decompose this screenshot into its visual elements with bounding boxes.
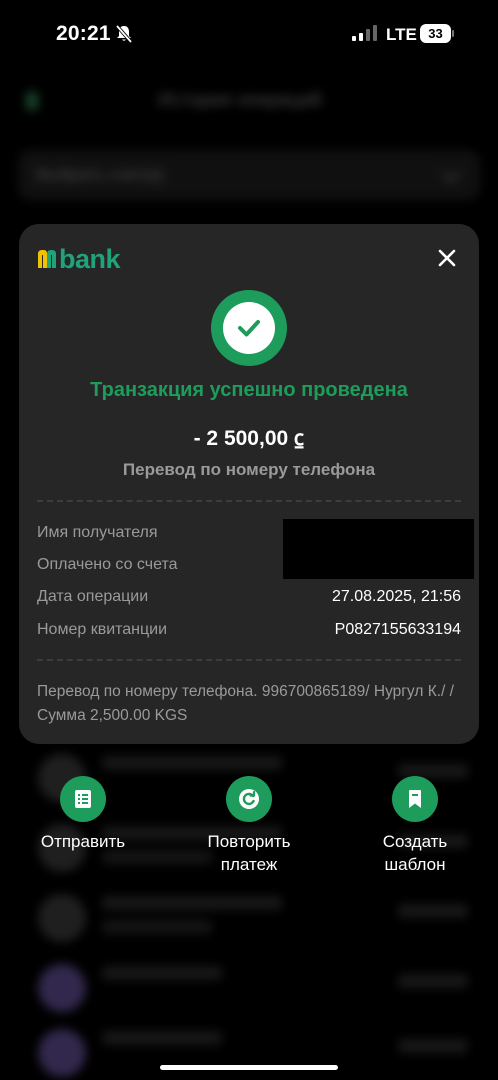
repeat-payment-label: Повторить платеж — [207, 832, 291, 874]
chevron-down-icon — [441, 163, 461, 183]
brand-name: bank — [59, 244, 121, 274]
receipt-number-value: P0827155633194 — [334, 621, 461, 638]
dashed-divider — [37, 500, 461, 502]
account-filter-label: Выбрать счет(а) — [36, 165, 164, 184]
battery-level: 33 — [420, 24, 451, 43]
status-bar: 20:21 LTE 33 — [0, 0, 498, 70]
bell-muted-icon — [115, 24, 133, 44]
mbank-logo: bank — [36, 244, 121, 274]
signal-icon — [352, 25, 377, 41]
close-icon — [438, 249, 456, 267]
paid-from-account-label: Оплачено со счета — [37, 556, 178, 573]
operation-date-label: Дата операции — [37, 588, 149, 605]
clock: 20:21 — [56, 22, 111, 45]
history-row — [30, 890, 480, 950]
operation-type: Перевод по номеру телефона — [122, 460, 376, 479]
send-label: Отправить — [40, 832, 126, 851]
dashed-divider — [37, 659, 461, 661]
receipt-icon — [60, 776, 106, 822]
network-type: LTE — [386, 25, 417, 44]
background-title: История операций — [158, 90, 322, 111]
redacted-block — [283, 519, 474, 579]
history-row — [30, 1025, 480, 1080]
receipt-card: bank Транзакция успешно проведена - 2 50… — [19, 224, 479, 744]
checkmark-icon — [238, 320, 260, 337]
recipient-name-label: Имя получателя — [37, 524, 158, 541]
mbank-logo-mark — [38, 250, 56, 268]
operation-date-value: 27.08.2025, 21:56 — [331, 588, 461, 605]
bookmark-icon — [392, 776, 438, 822]
success-icon — [211, 290, 287, 366]
home-indicator[interactable] — [160, 1065, 338, 1070]
account-filter: Выбрать счет(а) — [18, 150, 480, 200]
repeat-payment-button[interactable]: Повторить платеж — [184, 776, 314, 876]
create-template-button[interactable]: Создать шаблон — [350, 776, 480, 876]
history-row — [30, 960, 480, 1020]
close-button[interactable] — [433, 244, 461, 272]
repeat-icon — [226, 776, 272, 822]
send-button[interactable]: Отправить — [18, 776, 148, 853]
transfer-comment: Перевод по номеру телефона. 996700865189… — [37, 683, 454, 724]
transaction-amount: - 2 500,00 ⃀ — [193, 427, 305, 450]
battery-icon: 33 — [420, 24, 454, 43]
back-icon — [26, 92, 38, 110]
transaction-status-title: Транзакция успешно проведена — [90, 379, 408, 401]
create-template-label: Создать шаблон — [382, 832, 448, 874]
receipt-number-label: Номер квитанции — [37, 621, 168, 638]
